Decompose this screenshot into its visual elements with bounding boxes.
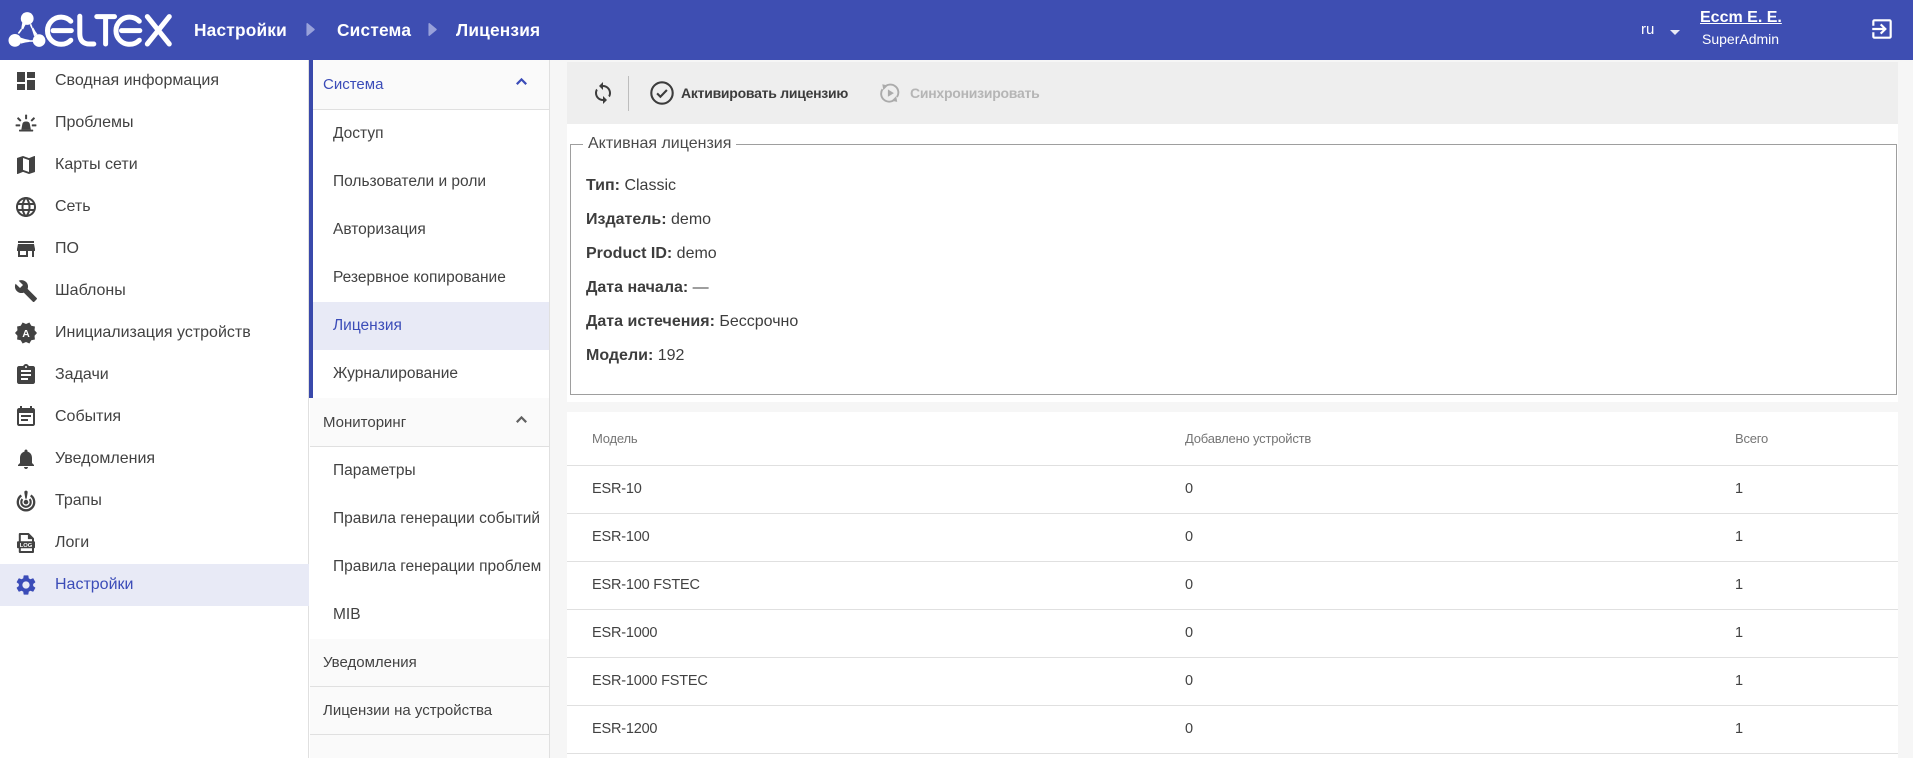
svg-text:LOG: LOG bbox=[20, 543, 33, 549]
svg-text:A: A bbox=[22, 328, 30, 340]
